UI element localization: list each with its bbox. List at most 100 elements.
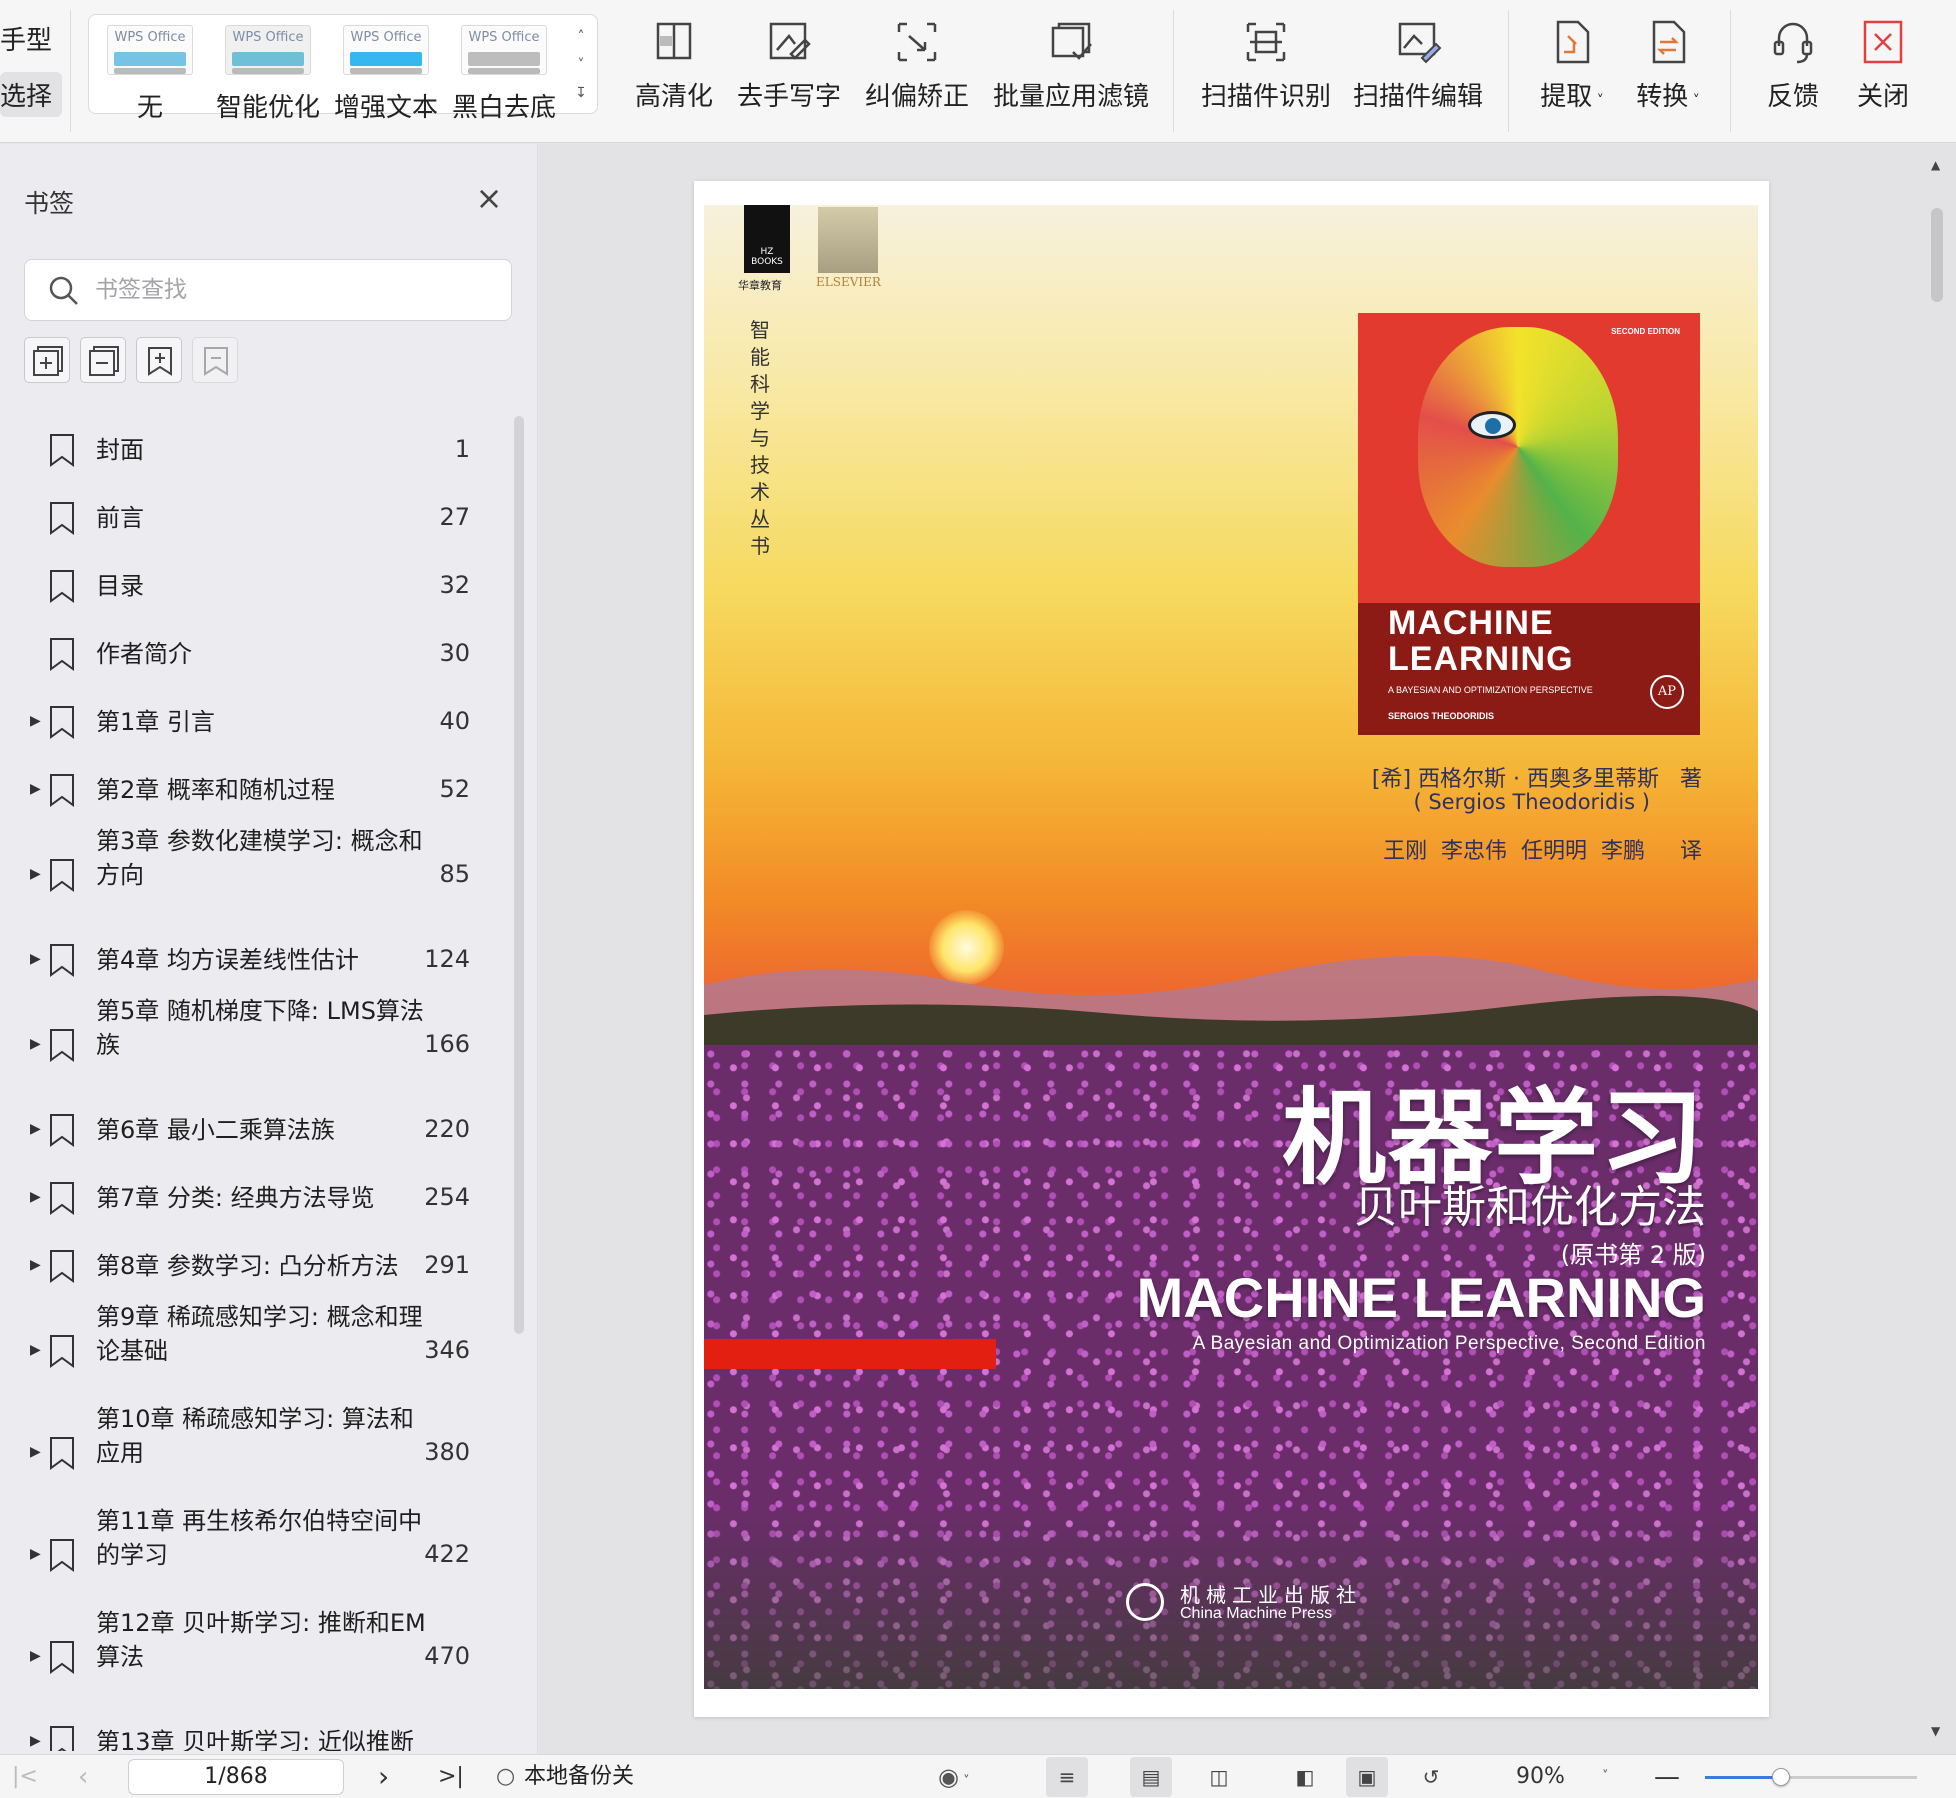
batch-filter-icon [1051,22,1092,60]
fit-page-icon[interactable]: ▣ [1346,1757,1388,1797]
extract-button[interactable]: 提取 ˅ [1532,14,1612,113]
bookmark-item[interactable]: ▶ 第7章 分类: 经典方法导览 254 [0,1164,510,1232]
bookmark-item[interactable]: ▶ 第4章 均方误差线性估计 124 [0,926,510,994]
erase-handwriting-icon [769,22,811,60]
single-page-icon[interactable]: ▤ [1130,1757,1172,1797]
select-tool-label[interactable]: 选择 [0,72,63,117]
bookmark-item[interactable]: ▶ 第9章 稀疏感知学习: 概念和理论基础 346 [0,1300,510,1402]
scan-recognize-button[interactable]: 扫描件识别 [1200,14,1332,113]
bookmark-icon [50,570,74,603]
scrollbar-thumb[interactable] [1931,208,1943,302]
bookmark-icon [50,774,74,807]
feedback-button[interactable]: 反馈 [1758,14,1828,113]
hd-button[interactable]: 高清化 [634,14,714,113]
page-number-field[interactable]: 1/868 [128,1759,344,1795]
expand-triangle-icon[interactable]: ▶ [30,1257,41,1273]
zoom-slider-knob[interactable] [1772,1768,1791,1786]
bookmark-item[interactable]: ▶ 第3章 参数化建模学习: 概念和方向 85 [0,824,510,926]
expand-triangle-icon[interactable]: ▶ [30,713,41,729]
divider [1730,10,1731,132]
scan-edit-button[interactable]: 扫描件编辑 [1352,14,1484,113]
expand-triangle-icon[interactable]: ▶ [30,1036,41,1052]
first-page-icon[interactable]: |< [12,1761,38,1793]
bookmark-search-input[interactable] [95,270,495,310]
expand-all-button[interactable] [24,337,70,383]
delete-bookmark-icon [204,347,228,376]
expand-triangle-icon[interactable]: ▶ [30,1121,41,1137]
filter-label: 增强文本 [333,93,438,123]
add-bookmark-button[interactable] [136,337,182,383]
head-illustration [1418,327,1618,567]
sidebar-scrollbar[interactable] [514,416,524,1334]
bookmark-page: 166 [424,1030,470,1058]
tool-label: 批量应用滤镜 [992,82,1149,112]
close-icon [1863,20,1903,64]
expand-triangle-icon[interactable]: ▶ [30,1444,41,1460]
delete-bookmark-button[interactable] [192,337,238,383]
bookmark-item[interactable]: ▶ 第2章 概率和随机过程 52 [0,756,510,824]
filter-gallery-scroll[interactable]: ˄ ˅ ↧ [573,23,589,107]
bookmark-item[interactable]: 目录 32 [0,552,510,620]
continuous-view-icon[interactable]: ≡ [1046,1757,1088,1797]
expand-triangle-icon[interactable]: ▶ [30,1342,41,1358]
radio-icon[interactable]: ○ [496,1761,515,1793]
bookmark-item[interactable]: ▶ 第1章 引言 40 [0,688,510,756]
bookmark-item[interactable]: ▶ 第11章 再生核希尔伯特空间中的学习 422 [0,1504,510,1606]
next-page-icon[interactable]: › [378,1761,389,1793]
scroll-up-icon[interactable]: ▲ [1931,158,1940,172]
bookmark-item[interactable]: ▶ 第6章 最小二乘算法族 220 [0,1096,510,1164]
bookmark-icon [50,1641,74,1674]
bookmark-title: 第13章 贝叶斯学习: 近似推断 [96,1728,414,1751]
expand-triangle-icon[interactable]: ▶ [30,1189,41,1205]
bookmark-item[interactable]: ▶ 第5章 随机梯度下降: LMS算法族 166 [0,994,510,1096]
bookmark-title: 目录 [96,572,144,600]
scroll-down-icon[interactable]: ▼ [1931,1724,1940,1738]
bookmark-item[interactable]: ▶ 第10章 稀疏感知学习: 算法和应用 380 [0,1402,510,1504]
expand-triangle-icon[interactable]: ▶ [30,1733,41,1749]
expand-triangle-icon[interactable]: ▶ [30,951,41,967]
chevron-down-icon[interactable]: ˅ [573,51,589,79]
bookmark-title: 第5章 随机梯度下降: LMS算法族 [96,997,424,1059]
bookmark-item[interactable]: ▶ 第8章 参数学习: 凸分析方法 291 [0,1232,510,1300]
eye-icon[interactable]: ◉ ˅ [938,1761,970,1798]
chevron-down-icon[interactable]: ˅ [1602,1761,1609,1793]
close-scan-mode-button[interactable]: 关闭 [1848,14,1918,113]
previous-page-icon[interactable]: ‹ [78,1761,88,1793]
erase-handwriting-button[interactable]: 去手写字 [734,14,844,113]
collapse-all-button[interactable] [80,337,126,383]
fit-width-icon[interactable]: ◧ [1284,1757,1326,1797]
bookmark-search[interactable] [24,259,512,321]
bookmark-page: 380 [424,1438,470,1466]
rotate-icon[interactable]: ↺ [1410,1757,1452,1797]
batch-filter-button[interactable]: 批量应用滤镜 [992,14,1150,113]
expand-triangle-icon[interactable]: ▶ [30,1546,41,1562]
document-scrollbar[interactable]: ▲ ▼ [1927,158,1947,1738]
local-backup-status[interactable]: 本地备份关 [524,1761,634,1793]
zoom-slider[interactable] [1705,1768,1917,1786]
two-page-icon[interactable]: ◫ [1198,1757,1240,1797]
hand-tool-label[interactable]: 手型 [0,20,52,57]
expand-triangle-icon[interactable]: ▶ [30,781,41,797]
last-page-icon[interactable]: >| [438,1761,464,1793]
chevron-up-icon[interactable]: ˄ [573,23,589,51]
bookmark-icon [50,1114,74,1147]
expand-triangle-icon[interactable]: ▶ [30,866,41,882]
bookmark-item[interactable]: 封面 1 [0,416,510,484]
expand-triangle-icon[interactable]: ▶ [30,1648,41,1664]
tool-label: 去手写字 [736,82,841,112]
publisher-logo [1126,1583,1164,1621]
zoom-out-icon[interactable]: — [1654,1761,1680,1793]
convert-button[interactable]: 转换 ˅ [1628,14,1708,113]
zoom-level[interactable]: 90% [1516,1761,1565,1793]
bookmark-icon [50,502,74,535]
bookmark-item[interactable]: 作者简介 30 [0,620,510,688]
bookmark-item[interactable]: 前言 27 [0,484,510,552]
close-panel-icon[interactable]: × [474,182,504,214]
hz-books-caption: 华章教育 [738,279,782,292]
deskew-button[interactable]: 纠偏矫正 [862,14,972,113]
bookmark-item[interactable]: ▶ 第12章 贝叶斯学习: 推断和EM算法 470 [0,1606,510,1708]
bookmark-item[interactable]: ▶ 第13章 贝叶斯学习: 近似推断 [0,1708,510,1751]
convert-icon [1652,20,1686,64]
divider [1173,10,1174,132]
expand-icon[interactable]: ↧ [573,79,589,107]
